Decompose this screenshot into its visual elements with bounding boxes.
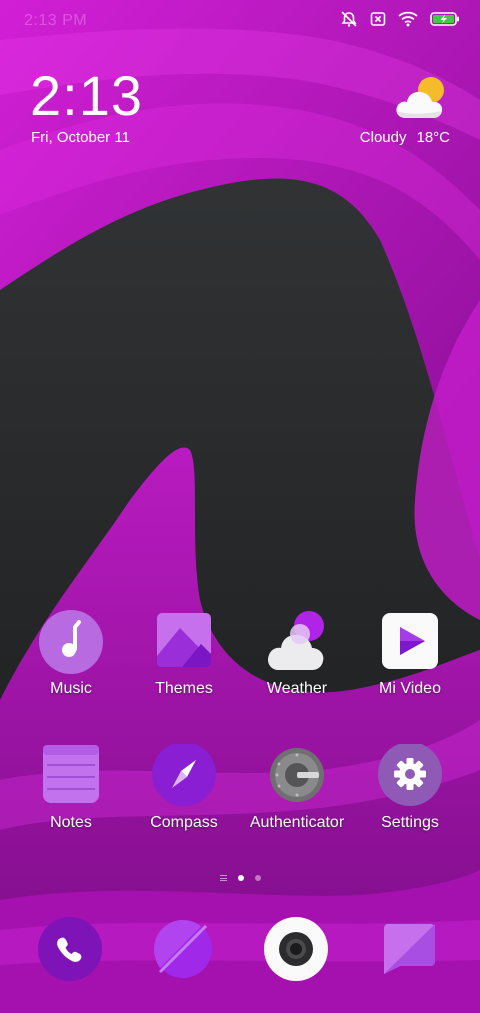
app-label: Authenticator — [249, 814, 345, 831]
app-label: Compass — [150, 814, 218, 831]
weather-text: Cloudy 18°C — [350, 129, 450, 146]
dock-camera[interactable] — [263, 916, 333, 986]
dock-phone[interactable] — [37, 916, 107, 986]
dock-browser[interactable] — [150, 916, 220, 986]
app-music[interactable]: Music — [16, 610, 126, 698]
app-notes[interactable]: Notes — [16, 744, 126, 832]
app-settings[interactable]: Settings — [355, 742, 465, 832]
themes-icon — [152, 610, 216, 674]
app-label: Themes — [155, 680, 213, 697]
phone-icon — [38, 917, 102, 981]
camera-icon — [264, 917, 328, 981]
wallpaper — [0, 0, 480, 1013]
weather-widget[interactable]: Cloudy 18°C — [330, 74, 450, 150]
app-themes[interactable]: Themes — [129, 610, 239, 698]
app-label: Notes — [50, 814, 92, 831]
notes-icon — [39, 744, 103, 808]
status-icons — [340, 10, 460, 28]
wifi-icon — [398, 11, 418, 27]
weather-temperature: 18°C — [416, 129, 450, 146]
weather-condition: Cloudy — [359, 129, 407, 146]
app-compass[interactable]: Compass — [129, 742, 239, 832]
alarm-off-icon — [341, 11, 357, 27]
weather-cloud-icon — [265, 610, 329, 674]
app-label: Mi Video — [379, 680, 441, 697]
app-label: Weather — [266, 680, 328, 697]
compass-icon — [152, 742, 216, 808]
app-mi-video[interactable]: Mi Video — [355, 610, 465, 698]
authenticator-icon — [265, 744, 329, 808]
app-label: Music — [50, 680, 92, 697]
no-sim-icon — [370, 12, 386, 26]
music-note-icon — [39, 610, 103, 674]
clock-widget[interactable]: 2:13 — [30, 68, 143, 124]
partly-cloudy-icon — [396, 77, 444, 118]
play-icon — [378, 610, 442, 674]
page-indicator[interactable] — [0, 868, 480, 888]
battery-charging-icon — [430, 12, 459, 26]
browser-icon — [154, 920, 212, 978]
date-label[interactable]: Fri, October 11 — [31, 129, 130, 146]
status-bar: 2:13 PM — [0, 0, 480, 42]
menu-lines-icon[interactable] — [219, 875, 227, 881]
gear-icon — [378, 742, 442, 808]
dock-messages[interactable] — [376, 916, 446, 986]
messages-icon — [384, 924, 435, 974]
page-dot-1[interactable] — [237, 875, 244, 881]
app-weather[interactable]: Weather — [242, 610, 352, 698]
status-time: 2:13 PM — [24, 12, 88, 29]
app-label: Settings — [381, 814, 439, 831]
app-authenticator[interactable]: Authenticator — [242, 744, 352, 832]
page-dot-2[interactable] — [254, 875, 261, 881]
